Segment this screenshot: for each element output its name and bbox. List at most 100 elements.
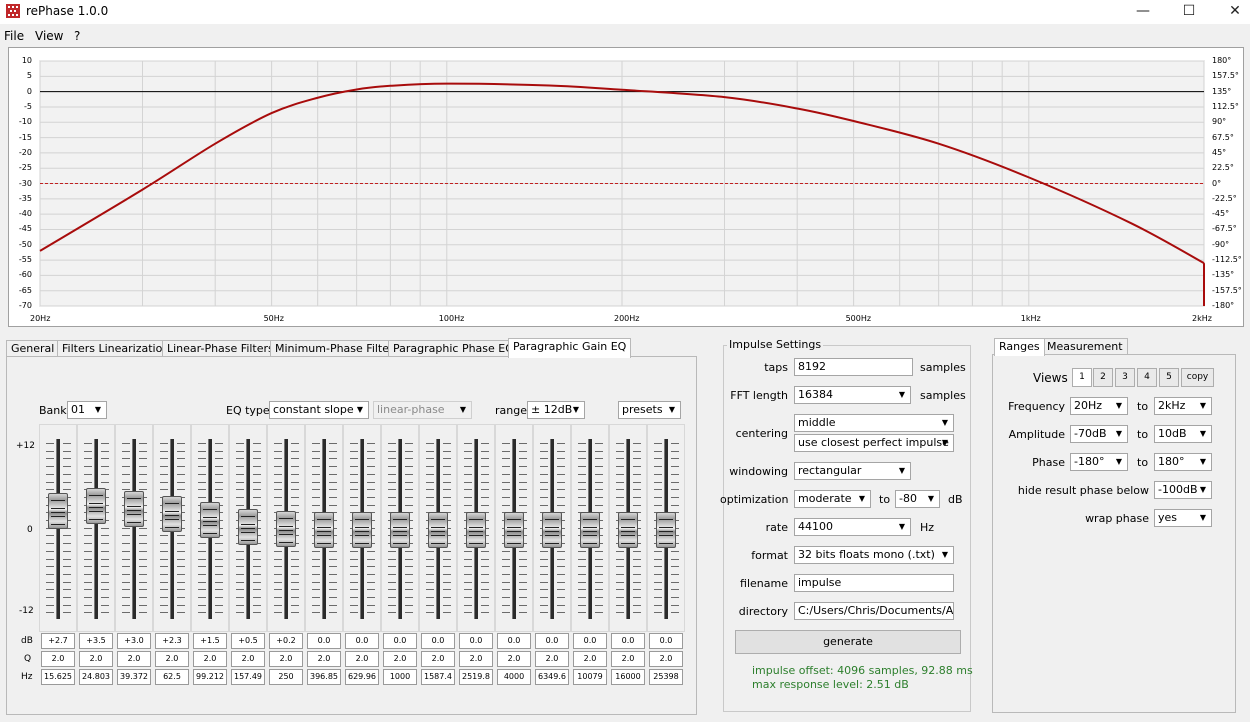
directory-input[interactable]: C:/Users/Chris/Documents/Audio [794,602,954,620]
q-field[interactable]: 2.0 [383,651,417,667]
q-field[interactable]: 2.0 [611,651,645,667]
view-3-button[interactable]: 3 [1115,368,1135,387]
gain-db-field[interactable]: +3.0 [117,633,151,649]
frequency-field[interactable]: 157.49 [231,669,265,685]
hide-phase-select[interactable]: -100dB ▼ [1154,481,1212,499]
q-field[interactable]: 2.0 [269,651,303,667]
gain-db-field[interactable]: 0.0 [345,633,379,649]
gain-fader-knob[interactable] [656,512,676,548]
gain-db-field[interactable]: 0.0 [459,633,493,649]
frequency-field[interactable]: 39.372 [117,669,151,685]
frequency-field[interactable]: 24.803 [79,669,113,685]
frequency-to-select[interactable]: 2kHz ▼ [1154,397,1212,415]
gain-db-field[interactable]: 0.0 [497,633,531,649]
phase-from-select[interactable]: -180° ▼ [1070,453,1128,471]
frequency-from-select[interactable]: 20Hz ▼ [1070,397,1128,415]
gain-db-field[interactable]: 0.0 [307,633,341,649]
view-5-button[interactable]: 5 [1159,368,1179,387]
frequency-field[interactable]: 99.212 [193,669,227,685]
q-field[interactable]: 2.0 [421,651,455,667]
frequency-field[interactable]: 1000 [383,669,417,685]
optimization-db-select[interactable]: -80 ▼ [895,490,940,508]
fft-length-select[interactable]: 16384 ▼ [794,386,911,404]
gain-fader-knob[interactable] [352,512,372,548]
frequency-field[interactable]: 250 [269,669,303,685]
frequency-field[interactable]: 2519.8 [459,669,493,685]
centering-select[interactable]: middle ▼ [794,414,954,432]
bank-select[interactable]: 01 ▼ [67,401,107,419]
frequency-field[interactable]: 629.96 [345,669,379,685]
gain-fader-knob[interactable] [238,508,258,545]
windowing-select[interactable]: rectangular ▼ [794,462,911,480]
filename-input[interactable]: impulse [794,574,954,592]
taps-input[interactable]: 8192 [794,358,913,376]
gain-db-field[interactable]: +2.3 [155,633,189,649]
gain-fader-knob[interactable] [276,510,296,547]
phase-to-select[interactable]: 180° ▼ [1154,453,1212,471]
gain-db-field[interactable]: 0.0 [611,633,645,649]
q-field[interactable]: 2.0 [573,651,607,667]
rate-select[interactable]: 44100 ▼ [794,518,911,536]
tab-ranges[interactable]: Ranges [994,338,1045,356]
eq-type-select[interactable]: constant slope ▼ [269,401,369,419]
view-1-button[interactable]: 1 [1072,368,1092,387]
q-field[interactable]: 2.0 [535,651,569,667]
amplitude-from-select[interactable]: -70dB ▼ [1070,425,1128,443]
generate-button[interactable]: generate [735,630,961,654]
gain-db-field[interactable]: 0.0 [421,633,455,649]
gain-fader-knob[interactable] [580,512,600,548]
q-field[interactable]: 2.0 [459,651,493,667]
gain-fader-knob[interactable] [314,512,334,548]
q-field[interactable]: 2.0 [649,651,683,667]
amplitude-to-select[interactable]: 10dB ▼ [1154,425,1212,443]
gain-db-field[interactable]: 0.0 [573,633,607,649]
frequency-field[interactable]: 62.5 [155,669,189,685]
gain-fader-knob[interactable] [124,491,144,528]
q-field[interactable]: 2.0 [41,651,75,667]
gain-db-field[interactable]: +3.5 [79,633,113,649]
presets-select[interactable]: presets ▼ [618,401,681,419]
gain-fader-knob[interactable] [542,512,562,548]
frequency-field[interactable]: 6349.6 [535,669,569,685]
frequency-field[interactable]: 15.625 [41,669,75,685]
gain-fader-knob[interactable] [466,512,486,548]
gain-fader-knob[interactable] [428,512,448,548]
gain-db-field[interactable]: +1.5 [193,633,227,649]
gain-fader-knob[interactable] [504,512,524,548]
q-field[interactable]: 2.0 [155,651,189,667]
gain-fader-knob[interactable] [200,501,220,538]
gain-fader-knob[interactable] [86,487,106,524]
gain-db-field[interactable]: +0.2 [269,633,303,649]
frequency-field[interactable]: 1587.4 [421,669,455,685]
gain-fader-knob[interactable] [618,512,638,548]
centering-mode-select[interactable]: use closest perfect impulse ▼ [794,434,954,452]
view-4-button[interactable]: 4 [1137,368,1157,387]
q-field[interactable]: 2.0 [345,651,379,667]
gain-db-field[interactable]: +2.7 [41,633,75,649]
gain-db-field[interactable]: 0.0 [649,633,683,649]
frequency-field[interactable]: 396.85 [307,669,341,685]
gain-db-field[interactable]: 0.0 [535,633,569,649]
q-field[interactable]: 2.0 [79,651,113,667]
range-select[interactable]: ± 12dB ▼ [527,401,585,419]
gain-fader-knob[interactable] [48,493,68,530]
tab-paragraphic-gain-eq[interactable]: Paragraphic Gain EQ [508,338,632,358]
q-field[interactable]: 2.0 [497,651,531,667]
gain-fader-knob[interactable] [162,496,182,533]
view-copy-button[interactable]: copy [1181,368,1214,387]
q-field[interactable]: 2.0 [307,651,341,667]
frequency-field[interactable]: 25398 [649,669,683,685]
q-field[interactable]: 2.0 [231,651,265,667]
view-2-button[interactable]: 2 [1093,368,1113,387]
format-select[interactable]: 32 bits floats mono (.txt) ▼ [794,546,954,564]
frequency-field[interactable]: 10079 [573,669,607,685]
gain-db-field[interactable]: +0.5 [231,633,265,649]
wrap-phase-select[interactable]: yes ▼ [1154,509,1212,527]
gain-db-field[interactable]: 0.0 [383,633,417,649]
q-field[interactable]: 2.0 [117,651,151,667]
gain-fader-knob[interactable] [390,512,410,548]
optimization-select[interactable]: moderate ▼ [794,490,871,508]
q-field[interactable]: 2.0 [193,651,227,667]
frequency-field[interactable]: 16000 [611,669,645,685]
frequency-field[interactable]: 4000 [497,669,531,685]
